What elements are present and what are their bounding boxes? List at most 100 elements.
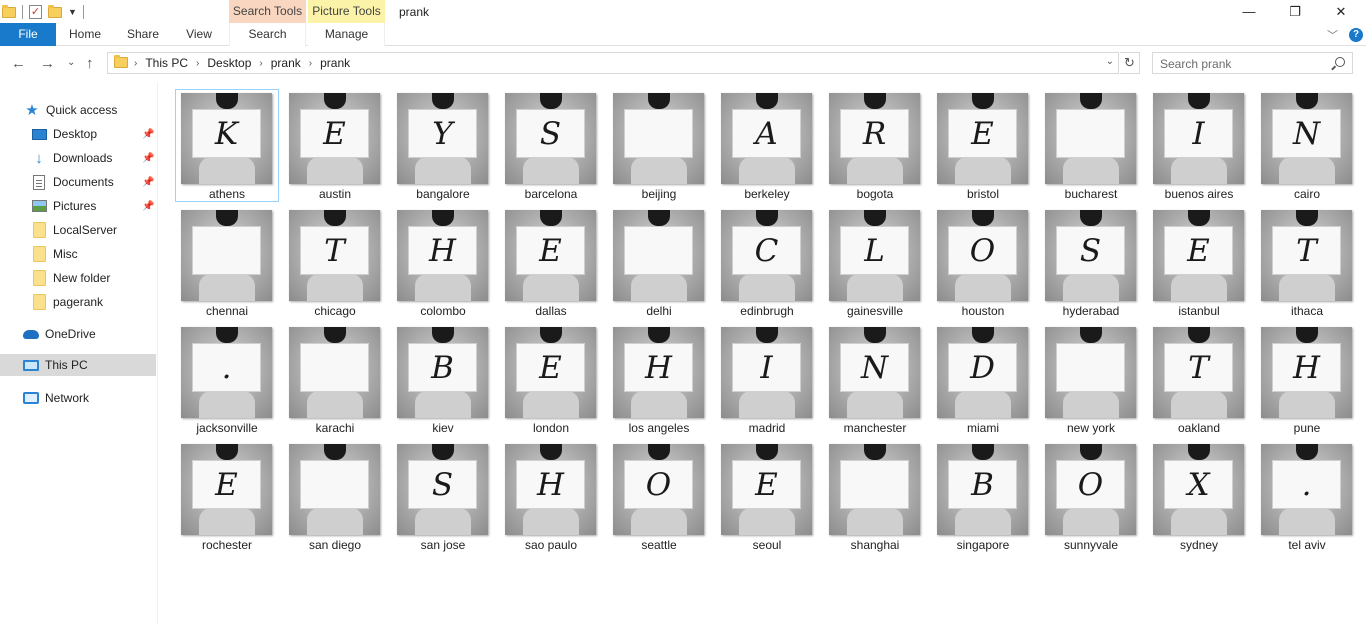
recent-locations-chevron-icon[interactable]: ⌄	[67, 57, 75, 68]
file-item[interactable]: Tithaca	[1255, 206, 1359, 319]
desktop-icon	[31, 126, 47, 142]
file-item[interactable]: Nmanchester	[823, 323, 927, 436]
pin-icon[interactable]: 📌	[142, 129, 154, 140]
file-name: seoul	[752, 538, 782, 552]
customize-toolbar-chevron-icon[interactable]: ▼	[68, 7, 77, 17]
breadcrumb-desktop[interactable]: Desktop	[207, 56, 251, 70]
nav-downloads[interactable]: ↓ Downloads 📌	[0, 147, 156, 169]
file-item[interactable]: Eistanbul	[1147, 206, 1251, 319]
file-item[interactable]: Aberkeley	[715, 89, 819, 202]
file-item[interactable]: Bkiev	[391, 323, 495, 436]
network-icon	[23, 390, 39, 406]
pin-icon[interactable]: 📌	[142, 153, 154, 164]
file-item[interactable]: Ohouston	[931, 206, 1035, 319]
nav-this-pc[interactable]: This PC	[0, 354, 156, 376]
expand-ribbon-chevron-icon[interactable]: ﹀	[1327, 27, 1338, 43]
new-folder-icon[interactable]	[48, 4, 62, 18]
address-bar[interactable]: › This PC › Desktop › prank › prank ⌄	[107, 52, 1119, 74]
breadcrumb-chevron-icon[interactable]: ›	[309, 58, 312, 69]
file-item[interactable]: Osunnyvale	[1039, 440, 1143, 553]
pin-icon[interactable]: 📌	[142, 177, 154, 188]
file-item[interactable]: bucharest	[1039, 89, 1143, 202]
nav-documents[interactable]: Documents 📌	[0, 171, 156, 193]
file-item[interactable]: Ssan jose	[391, 440, 495, 553]
search-box[interactable]	[1152, 52, 1353, 74]
file-item[interactable]: Bsingapore	[931, 440, 1035, 553]
help-icon[interactable]: ?	[1349, 28, 1363, 42]
nav-label: Misc	[53, 247, 78, 261]
file-item[interactable]: Sbarcelona	[499, 89, 603, 202]
breadcrumb-this-pc[interactable]: This PC	[145, 56, 188, 70]
address-dropdown-chevron-icon[interactable]: ⌄	[1106, 56, 1114, 67]
file-item[interactable]: Hpune	[1255, 323, 1359, 436]
breadcrumb-chevron-icon[interactable]: ›	[259, 58, 262, 69]
tab-view[interactable]: View	[174, 23, 224, 46]
file-item[interactable]: delhi	[607, 206, 711, 319]
file-item[interactable]: Cedinbrugh	[715, 206, 819, 319]
file-item[interactable]: Hlos angeles	[607, 323, 711, 436]
sign-card	[300, 460, 369, 509]
file-item[interactable]: Tchicago	[283, 206, 387, 319]
nav-misc[interactable]: Misc	[0, 243, 156, 265]
file-item[interactable]: Kathens	[175, 89, 279, 202]
file-item[interactable]: Hcolombo	[391, 206, 495, 319]
forward-arrow-icon[interactable]: →	[40, 55, 55, 72]
nav-desktop[interactable]: Desktop 📌	[0, 123, 156, 145]
file-item[interactable]: Imadrid	[715, 323, 819, 436]
file-item[interactable]: Dmiami	[931, 323, 1035, 436]
nav-network[interactable]: Network	[0, 387, 156, 409]
nav-localserver[interactable]: LocalServer	[0, 219, 156, 241]
file-item[interactable]: Erochester	[175, 440, 279, 553]
up-arrow-icon[interactable]: ↑	[86, 55, 94, 72]
nav-quick-access[interactable]: ★ Quick access	[0, 99, 156, 121]
breadcrumb-prank[interactable]: prank	[271, 56, 301, 70]
file-item[interactable]: san diego	[283, 440, 387, 553]
minimize-button[interactable]: —	[1226, 0, 1272, 23]
file-item[interactable]: beijing	[607, 89, 711, 202]
close-button[interactable]: ✕	[1318, 0, 1364, 23]
nav-new-folder[interactable]: New folder	[0, 267, 156, 289]
file-item[interactable]: chennai	[175, 206, 279, 319]
file-item[interactable]: Ybangalore	[391, 89, 495, 202]
file-item[interactable]: shanghai	[823, 440, 927, 553]
breadcrumb-prank-current[interactable]: prank	[320, 56, 350, 70]
file-item[interactable]: karachi	[283, 323, 387, 436]
tab-manage[interactable]: Manage	[308, 23, 385, 46]
tab-home[interactable]: Home	[58, 23, 112, 46]
file-item[interactable]: new york	[1039, 323, 1143, 436]
file-item[interactable]: Shyderabad	[1039, 206, 1143, 319]
tab-share[interactable]: Share	[116, 23, 170, 46]
search-input[interactable]	[1160, 56, 1330, 71]
file-item[interactable]: . jacksonville	[175, 323, 279, 436]
file-item[interactable]: Ibuenos aires	[1147, 89, 1251, 202]
file-item[interactable]: Oseattle	[607, 440, 711, 553]
file-item[interactable]: Xsydney	[1147, 440, 1251, 553]
nav-onedrive[interactable]: OneDrive	[0, 323, 156, 345]
file-item[interactable]: Eaustin	[283, 89, 387, 202]
file-item[interactable]: Eseoul	[715, 440, 819, 553]
pin-icon[interactable]: 📌	[142, 201, 154, 212]
file-item[interactable]: . tel aviv	[1255, 440, 1359, 553]
file-item[interactable]: Ncairo	[1255, 89, 1359, 202]
properties-icon[interactable]: ✓	[29, 5, 42, 19]
breadcrumb-chevron-icon[interactable]: ›	[134, 58, 137, 69]
refresh-icon[interactable]: ↻	[1120, 52, 1140, 74]
restore-button[interactable]: ❐	[1272, 0, 1318, 23]
breadcrumb-chevron-icon[interactable]: ›	[196, 58, 199, 69]
nav-pagerank[interactable]: pagerank	[0, 291, 156, 313]
folder-icon[interactable]	[2, 4, 16, 18]
tab-file[interactable]: File	[0, 23, 56, 46]
file-item[interactable]: Lgainesville	[823, 206, 927, 319]
sign-card	[300, 343, 369, 392]
file-item[interactable]: Toakland	[1147, 323, 1251, 436]
file-item[interactable]: Hsao paulo	[499, 440, 603, 553]
nav-pictures[interactable]: Pictures 📌	[0, 195, 156, 217]
file-item[interactable]: Elondon	[499, 323, 603, 436]
file-item[interactable]: Rbogota	[823, 89, 927, 202]
file-name: sunnyvale	[1063, 538, 1119, 552]
tab-search[interactable]: Search	[229, 23, 306, 46]
search-icon[interactable]	[1335, 57, 1345, 67]
file-item[interactable]: Ebristol	[931, 89, 1035, 202]
back-arrow-icon[interactable]: ←	[11, 55, 26, 72]
file-item[interactable]: Edallas	[499, 206, 603, 319]
